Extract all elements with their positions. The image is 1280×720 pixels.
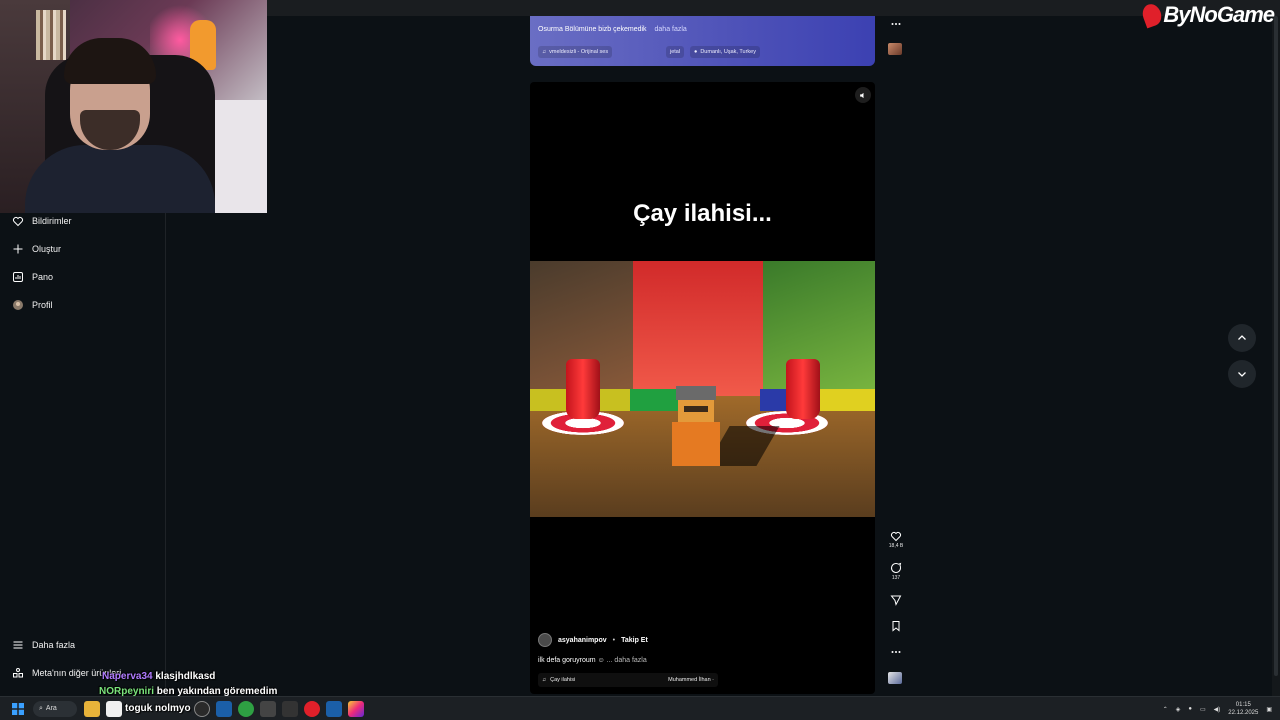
notifications-icon[interactable]: ▣ xyxy=(1266,706,1272,713)
bynogame-mark-icon xyxy=(1140,1,1165,29)
whatsapp-icon[interactable] xyxy=(237,700,254,717)
previous-post-caption: Osurma Bölümüne bizb çekemedik daha fazl… xyxy=(538,26,687,33)
sidebar-item-dashboard[interactable]: Pano xyxy=(12,271,53,283)
more-link[interactable]: ... daha fazla xyxy=(607,657,647,664)
meta-icon xyxy=(12,667,24,679)
more-dots-icon xyxy=(891,651,901,653)
search-icon: ⌕ xyxy=(39,704,43,712)
sidebar-item-create[interactable]: Oluştur xyxy=(12,243,61,255)
comment-count: 137 xyxy=(891,575,901,581)
chat-message: Naperva34 klasjhdlkasd xyxy=(102,671,215,682)
comment-button[interactable]: 137 xyxy=(884,562,908,581)
chevron-up-icon xyxy=(1238,335,1246,340)
previous-reel-button[interactable] xyxy=(1228,324,1256,352)
speaker-icon xyxy=(859,92,863,98)
more-link[interactable]: daha fazla xyxy=(655,26,687,33)
file-explorer-icon[interactable] xyxy=(84,700,100,717)
next-reel-button[interactable] xyxy=(1228,360,1256,388)
webcam-overlay xyxy=(0,0,267,213)
sidebar-item-label: Pano xyxy=(32,272,54,282)
chat-text: nolmyo xyxy=(155,703,191,714)
reel-video[interactable]: Çay ilahisi... asyahanimpov • Takip Et i… xyxy=(530,82,875,694)
music-icon: ♫ xyxy=(542,677,547,683)
follow-button[interactable]: Takip Et xyxy=(621,637,648,644)
reel-author[interactable]: asyahanimpov • Takip Et xyxy=(538,633,648,647)
app-icon[interactable] xyxy=(303,700,320,717)
system-tray: ⌃ ◈ ● ▭ ◀) 01:15 22.12.2025 ▣ xyxy=(1163,697,1272,720)
app-icon[interactable] xyxy=(281,700,298,717)
sidebar-item-notifications[interactable]: Bildirimler xyxy=(12,215,72,227)
sidebar-item-profile[interactable]: Profil xyxy=(12,299,53,311)
video-frame xyxy=(530,261,875,517)
bookmark-icon xyxy=(892,621,900,632)
more-options-button[interactable] xyxy=(884,18,908,31)
app-icon[interactable] xyxy=(106,700,122,717)
comment-icon xyxy=(891,562,902,573)
save-button[interactable] xyxy=(884,620,908,633)
steam-icon[interactable] xyxy=(325,700,342,717)
share-button[interactable] xyxy=(884,594,908,607)
taskbar-search[interactable]: ⌕ Ara xyxy=(33,700,77,717)
sidebar-nav: Bildirimler Oluştur Pano Profil Daha faz… xyxy=(0,213,166,696)
display-icon[interactable]: ▭ xyxy=(1200,706,1206,713)
menu-icon xyxy=(12,639,24,651)
plus-icon xyxy=(12,243,24,255)
author-avatar[interactable] xyxy=(538,633,552,647)
app-icon[interactable] xyxy=(259,700,276,717)
screen: ByNoGame Bildirimler Oluştur Pano Profil… xyxy=(0,0,1280,720)
sidebar-item-label: Oluştur xyxy=(32,244,62,254)
audio-thumbnail[interactable] xyxy=(888,672,902,684)
previous-post[interactable]: Osurma Bölümüne bizb çekemedik daha fazl… xyxy=(530,16,875,66)
audio-chip[interactable]: ♫ vmeldesizli - Orijinal ses xyxy=(538,46,613,58)
chat-username: toguk xyxy=(125,703,153,714)
location-pin-icon: ● xyxy=(694,49,698,55)
music-icon: ♫ xyxy=(542,49,547,55)
emoji-icon: ☺ xyxy=(597,657,605,664)
bynogame-logo: ByNoGame xyxy=(1140,1,1275,29)
chat-username: Naperva34 xyxy=(102,671,153,682)
logo-text: ByNoGame xyxy=(1163,2,1275,27)
sidebar-item-label: Daha fazla xyxy=(32,640,76,650)
mute-button[interactable] xyxy=(855,87,871,103)
scrollbar[interactable] xyxy=(1272,16,1280,696)
network-icon[interactable]: ◈ xyxy=(1176,706,1181,713)
windows-taskbar: ⌕ Ara toguk nolmyo ⌃ ◈ ● ▭ ◀) 01:15 22.1… xyxy=(0,696,1280,720)
audio-chip[interactable]: ♫ Çay ilahisi Muhammed İlhan · xyxy=(538,673,718,687)
heart-icon xyxy=(12,215,24,227)
chat-text: klasjhdlkasd xyxy=(155,671,216,682)
clock[interactable]: 01:15 22.12.2025 xyxy=(1228,701,1258,717)
location-chip[interactable]: ● Dumanlı, Uşak, Turkey xyxy=(690,46,760,58)
volume-icon[interactable]: ◀) xyxy=(1214,706,1221,713)
chevron-up-icon[interactable]: ⌃ xyxy=(1163,706,1168,713)
like-count: 18,4 B xyxy=(888,543,904,549)
profile-icon xyxy=(12,299,24,311)
tag-chip[interactable]: jetal xyxy=(666,46,685,58)
chevron-down-icon xyxy=(1238,372,1246,377)
sidebar-item-label: Profil xyxy=(32,300,53,310)
sidebar-item-label: Bildirimler xyxy=(32,216,72,226)
more-options-button[interactable] xyxy=(884,646,908,659)
pixel-character xyxy=(668,386,780,476)
like-button[interactable]: 18,4 B xyxy=(884,530,908,549)
microphone-icon[interactable]: ● xyxy=(1188,706,1192,712)
send-icon xyxy=(890,595,902,606)
heart-icon xyxy=(891,532,901,542)
app-icon[interactable] xyxy=(193,700,210,717)
instagram-icon[interactable] xyxy=(347,700,364,717)
audio-thumbnail[interactable] xyxy=(888,43,902,55)
author-name[interactable]: asyahanimpov xyxy=(558,637,607,644)
dashboard-icon xyxy=(12,271,24,283)
windows-start-icon[interactable] xyxy=(10,701,26,717)
chat-message: toguk nolmyo xyxy=(125,703,191,714)
steam-icon[interactable] xyxy=(215,700,232,717)
more-dots-icon xyxy=(891,23,901,25)
scrollbar-thumb[interactable] xyxy=(1274,16,1278,676)
video-overlay-title: Çay ilahisi... xyxy=(633,200,772,227)
reel-caption: ilk defa goruyroum ☺ ... daha fazla xyxy=(538,657,647,664)
sidebar-item-more[interactable]: Daha fazla xyxy=(12,639,75,651)
